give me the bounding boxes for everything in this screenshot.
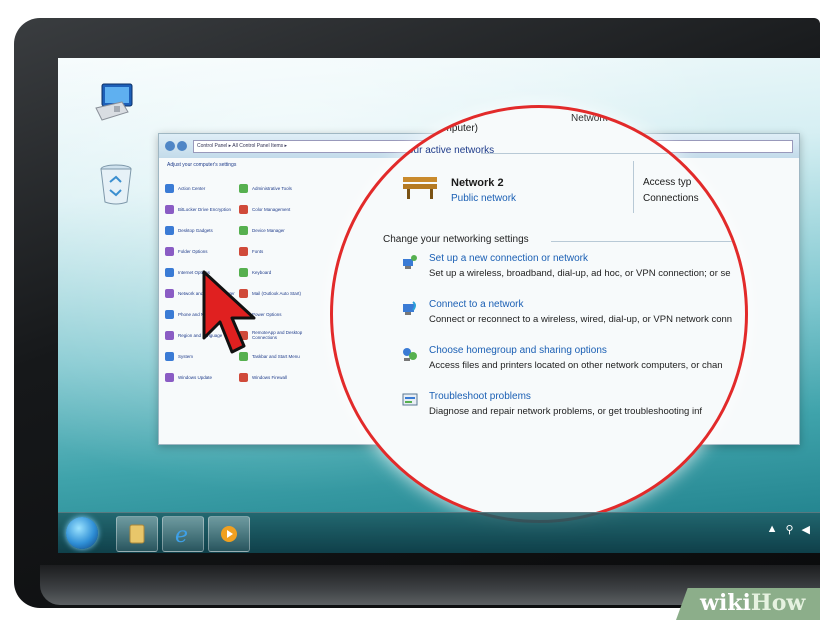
control-panel-item-label: RemoteApp and Desktop Connections [252, 330, 303, 340]
access-type-label: Access typ [643, 177, 692, 188]
explorer-button[interactable] [116, 516, 158, 552]
wikihow-logo: wikiHow [700, 590, 806, 616]
control-panel-item-icon [239, 204, 248, 214]
control-panel-item-label: Windows Firewall [252, 374, 288, 380]
control-panel-item-icon [239, 225, 248, 235]
homegroup-desc: Access files and printers located on oth… [429, 360, 723, 371]
control-panel-item-label: System [178, 353, 194, 359]
control-panel-item-icon [165, 351, 174, 361]
control-panel-item-icon [165, 225, 174, 235]
breadcrumb-fragment: computer) [433, 123, 479, 134]
control-panel-item-icon [165, 309, 174, 319]
control-panel-item-label: Mail (Outlook Auto Start) [252, 290, 302, 296]
back-icon[interactable] [165, 141, 175, 151]
connections-label: Connections [643, 193, 699, 204]
svg-text:e: e [175, 523, 188, 546]
page-title: Adjust your computer's settings [167, 162, 237, 168]
control-panel-item-icon [239, 372, 248, 382]
new-connection-icon [403, 255, 417, 269]
recycle-bin-icon[interactable] [98, 162, 134, 206]
header-fragment: Network [571, 113, 608, 124]
control-panel-item-label: Desktop Gadgets [178, 227, 213, 233]
ie-button[interactable]: e [162, 516, 204, 552]
control-panel-item-icon [165, 288, 174, 298]
network-type-link[interactable]: Public network [451, 193, 516, 204]
control-panel-item-icon [239, 183, 248, 193]
desktop-screen: Control Panel ▸ All Control Panel Items … [58, 58, 820, 553]
computer-icon[interactable] [92, 82, 138, 126]
highlight-magnifier-circle: computer) Network your active networks N… [330, 105, 748, 523]
control-panel-item-label: Color Management [252, 206, 291, 212]
control-panel-item[interactable]: Folder Options [165, 245, 237, 257]
folder-icon [129, 524, 145, 544]
active-networks-label: your active networks [403, 145, 495, 156]
control-panel-item-icon [165, 204, 174, 214]
control-panel-item[interactable]: Windows Firewall [239, 371, 311, 383]
connect-network-link[interactable]: Connect to a network [429, 299, 524, 310]
setup-connection-link[interactable]: Set up a new connection or network [429, 253, 588, 264]
nav-buttons[interactable] [165, 141, 187, 151]
show-hidden-icons-icon[interactable]: ▲ [767, 523, 778, 536]
control-panel-item[interactable]: Action Center [165, 182, 237, 194]
control-panel-item-label: Device Manager [252, 227, 285, 233]
system-tray: ▲ ⚲ ◀ [767, 523, 810, 536]
control-panel-item[interactable]: Windows Update [165, 371, 237, 383]
homegroup-icon [403, 348, 417, 361]
control-panel-item[interactable]: Administrative Tools [239, 182, 311, 194]
control-panel-item-label: Administrative Tools [252, 185, 292, 191]
taskbar: e ▲ ⚲ ◀ [58, 512, 820, 553]
control-panel-item[interactable]: Fonts [239, 245, 311, 257]
volume-tray-icon[interactable]: ◀ [802, 523, 810, 536]
control-panel-item-icon [165, 372, 174, 382]
internet-explorer-icon: e [175, 523, 188, 546]
control-panel-item-label: Taskbar and Start Menu [252, 353, 300, 359]
control-panel-item-icon [165, 183, 174, 193]
network-name: Network 2 [451, 177, 504, 189]
control-panel-item-label: Action Center [178, 185, 206, 191]
start-button[interactable] [66, 517, 98, 549]
control-panel-item-icon [165, 330, 174, 340]
connect-network-desc: Connect or reconnect to a wireless, wire… [429, 314, 733, 325]
network-tray-icon[interactable]: ⚲ [785, 523, 793, 536]
control-panel-item-label: Windows Update [178, 374, 213, 380]
control-panel-item-label: BitLocker Drive Encryption [178, 206, 232, 212]
control-panel-item[interactable]: Color Management [239, 203, 311, 215]
homegroup-link[interactable]: Choose homegroup and sharing options [429, 345, 607, 356]
control-panel-item[interactable]: Device Manager [239, 224, 311, 236]
forward-icon[interactable] [177, 141, 187, 151]
control-panel-item[interactable]: BitLocker Drive Encryption [165, 203, 237, 215]
change-settings-heading: Change your networking settings [383, 234, 529, 245]
control-panel-item-label: Folder Options [178, 248, 208, 254]
troubleshoot-icon [402, 393, 418, 406]
media-player-button[interactable] [208, 516, 250, 552]
setup-connection-desc: Set up a wireless, broadband, dial-up, a… [429, 268, 731, 279]
control-panel-item-icon [165, 267, 174, 277]
connect-network-icon [403, 301, 416, 315]
troubleshoot-link[interactable]: Troubleshoot problems [429, 391, 531, 402]
control-panel-item[interactable]: Desktop Gadgets [165, 224, 237, 236]
troubleshoot-desc: Diagnose and repair network problems, or… [429, 406, 703, 417]
bench-icon [403, 177, 437, 199]
mouse-cursor-icon [202, 270, 256, 354]
media-player-icon [221, 526, 237, 542]
control-panel-item-icon [165, 246, 174, 256]
control-panel-item-label: Fonts [252, 248, 264, 254]
control-panel-item-icon [239, 246, 248, 256]
